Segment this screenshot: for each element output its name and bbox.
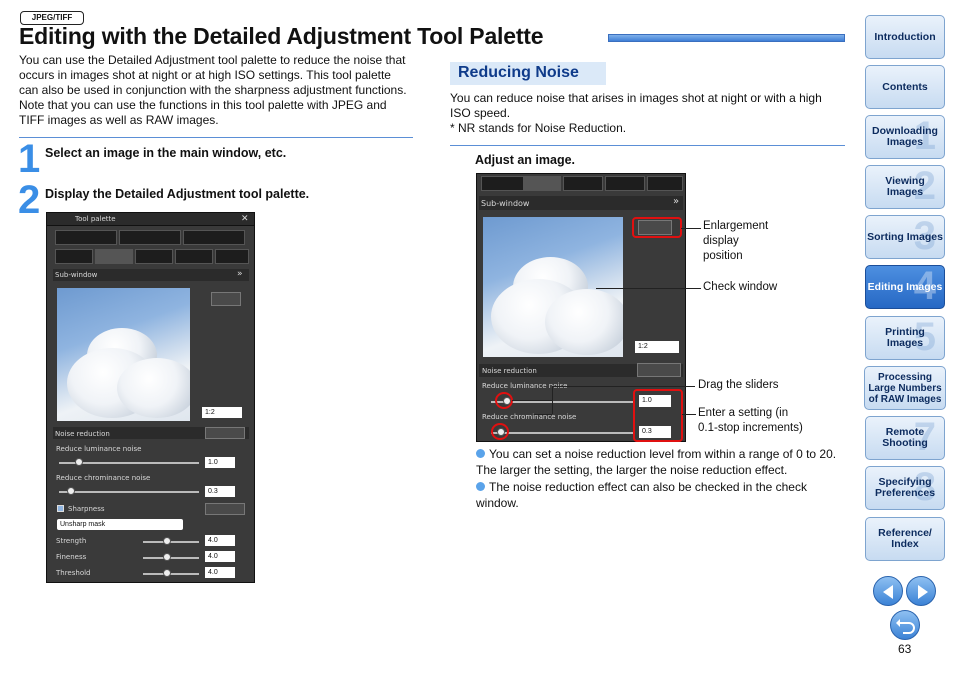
section-note: * NR stands for Noise Reduction. bbox=[450, 121, 627, 135]
divider bbox=[19, 137, 413, 138]
callout-enlargement: Enlargement display position bbox=[703, 220, 769, 262]
return-icon bbox=[896, 619, 915, 634]
back-button[interactable] bbox=[890, 610, 920, 640]
tab-tone-icon[interactable] bbox=[55, 230, 117, 245]
check-window-image bbox=[483, 217, 623, 357]
step-number: 1 bbox=[18, 137, 41, 181]
arrow-left-icon bbox=[883, 585, 893, 599]
chrominance-slider[interactable] bbox=[491, 432, 633, 434]
tab-detail-icon[interactable] bbox=[95, 249, 133, 264]
tab-dust-icon[interactable] bbox=[183, 230, 245, 245]
strength-field[interactable]: 4.0 bbox=[205, 535, 235, 546]
section-text: You can reduce noise that arises in imag… bbox=[450, 91, 822, 120]
reset-noise-button[interactable] bbox=[205, 427, 245, 439]
nav-reference-index[interactable]: Reference/ Index bbox=[865, 517, 945, 561]
tab-settings-icon[interactable] bbox=[647, 176, 683, 191]
bullet-icon bbox=[476, 449, 485, 458]
chrominance-field[interactable]: 0.3 bbox=[205, 486, 235, 497]
page-title: Editing with the Detailed Adjustment Too… bbox=[19, 23, 544, 49]
luminance-field[interactable]: 1.0 bbox=[205, 457, 235, 468]
previous-page-button[interactable] bbox=[873, 576, 903, 606]
page-number: 63 bbox=[898, 642, 912, 656]
highlight-box bbox=[633, 389, 683, 442]
nav-contents[interactable]: Contents bbox=[865, 65, 945, 109]
palette-title: Tool palette bbox=[75, 215, 116, 223]
bullet-icon bbox=[476, 482, 485, 491]
nav-editing-images[interactable]: 4 Editing Images bbox=[865, 265, 945, 309]
chevron-down-icon[interactable]: » bbox=[237, 269, 243, 279]
nav-specifying-preferences[interactable]: 8 Specifying Preferences bbox=[865, 466, 945, 510]
tab-basic-icon[interactable] bbox=[481, 176, 525, 191]
tab-detail-icon[interactable] bbox=[523, 176, 561, 191]
enlargement-position-button[interactable] bbox=[211, 292, 241, 306]
nav-printing-images[interactable]: 5 Printing Images bbox=[865, 316, 945, 360]
chrominance-slider[interactable] bbox=[59, 491, 199, 493]
sharpness-mode-select[interactable]: Unsharp mask bbox=[57, 519, 183, 530]
next-page-button[interactable] bbox=[906, 576, 936, 606]
section-heading: Reducing Noise bbox=[450, 62, 606, 85]
strength-slider-handle[interactable] bbox=[163, 537, 171, 545]
chrominance-label: Reduce chrominance noise bbox=[56, 474, 151, 482]
threshold-slider-handle[interactable] bbox=[163, 569, 171, 577]
chrominance-slider-handle[interactable] bbox=[67, 487, 75, 495]
callout-drag-sliders: Drag the sliders bbox=[698, 379, 779, 391]
tab-curve-icon[interactable] bbox=[135, 249, 173, 264]
check-window-image bbox=[57, 288, 190, 421]
zoom-select[interactable]: 1:2 bbox=[202, 407, 242, 418]
fineness-slider-handle[interactable] bbox=[163, 553, 171, 561]
palette-titlebar: Tool palette ✕ bbox=[47, 213, 254, 226]
chevron-down-icon[interactable]: » bbox=[673, 196, 679, 207]
highlight-box bbox=[632, 217, 682, 238]
sharpness-checkbox[interactable] bbox=[57, 505, 64, 512]
strength-slider[interactable] bbox=[143, 541, 199, 543]
nav-processing-raw[interactable]: Processing Large Numbers of RAW Images bbox=[864, 366, 946, 410]
sharpness-label: Sharpness bbox=[68, 505, 105, 513]
reset-sharpness-button[interactable] bbox=[205, 503, 245, 515]
nav-sorting-images[interactable]: 3 Sorting Images bbox=[865, 215, 945, 259]
luminance-label: Reduce luminance noise bbox=[56, 445, 142, 453]
title-underline-bar bbox=[608, 34, 845, 42]
nav-viewing-images[interactable]: 2 Viewing Images bbox=[865, 165, 945, 209]
subwindow-label: Sub-window bbox=[481, 199, 530, 208]
tab-basic-icon[interactable] bbox=[55, 249, 93, 264]
intro-text: You can use the Detailed Adjustment tool… bbox=[19, 53, 407, 127]
threshold-label: Threshold bbox=[56, 569, 91, 577]
highlight-box bbox=[495, 392, 513, 409]
tab-crop-icon[interactable] bbox=[119, 230, 181, 245]
fineness-slider[interactable] bbox=[143, 557, 199, 559]
tool-palette-screenshot: Tool palette ✕ Sub-window » 1:2 Noise re… bbox=[46, 212, 255, 583]
tab-curve-icon[interactable] bbox=[563, 176, 603, 191]
tab-color-icon[interactable] bbox=[175, 249, 213, 264]
subwindow-label: Sub-window bbox=[55, 271, 98, 279]
noise-palette-screenshot: Sub-window » 1:2 Noise reduction Reduce … bbox=[476, 173, 686, 442]
strength-label: Strength bbox=[56, 537, 87, 545]
noise-reduction-label: Noise reduction bbox=[55, 430, 110, 438]
nav-introduction[interactable]: Introduction bbox=[865, 15, 945, 59]
nav-downloading-images[interactable]: 1 Downloading Images bbox=[865, 115, 945, 159]
divider bbox=[450, 145, 845, 146]
reset-noise-button[interactable] bbox=[637, 363, 681, 377]
step-label: Select an image in the main window, etc. bbox=[45, 146, 287, 160]
tab-color-icon[interactable] bbox=[605, 176, 645, 191]
highlight-box bbox=[491, 423, 509, 440]
tab-settings-icon[interactable] bbox=[215, 249, 249, 264]
list-item: The noise reduction effect can also be c… bbox=[476, 480, 807, 510]
callout-enter-setting: Enter a setting (in 0.1-stop increments) bbox=[698, 407, 803, 434]
zoom-select[interactable]: 1:2 bbox=[635, 341, 679, 353]
nav-remote-shooting[interactable]: 7 Remote Shooting bbox=[865, 416, 945, 460]
step-number: 2 bbox=[18, 178, 41, 222]
callout-check-window: Check window bbox=[703, 281, 778, 293]
adjust-label: Adjust an image. bbox=[475, 153, 576, 167]
fineness-label: Fineness bbox=[56, 553, 87, 561]
threshold-slider[interactable] bbox=[143, 573, 199, 575]
chrominance-label: Reduce chrominance noise bbox=[482, 413, 577, 421]
threshold-field[interactable]: 4.0 bbox=[205, 567, 235, 578]
fineness-field[interactable]: 4.0 bbox=[205, 551, 235, 562]
noise-reduction-label: Noise reduction bbox=[482, 367, 537, 375]
close-icon[interactable]: ✕ bbox=[241, 214, 249, 224]
step-label: Display the Detailed Adjustment tool pal… bbox=[45, 187, 310, 201]
list-item: You can set a noise reduction level from… bbox=[476, 447, 837, 477]
luminance-slider-handle[interactable] bbox=[75, 458, 83, 466]
arrow-right-icon bbox=[918, 585, 928, 599]
